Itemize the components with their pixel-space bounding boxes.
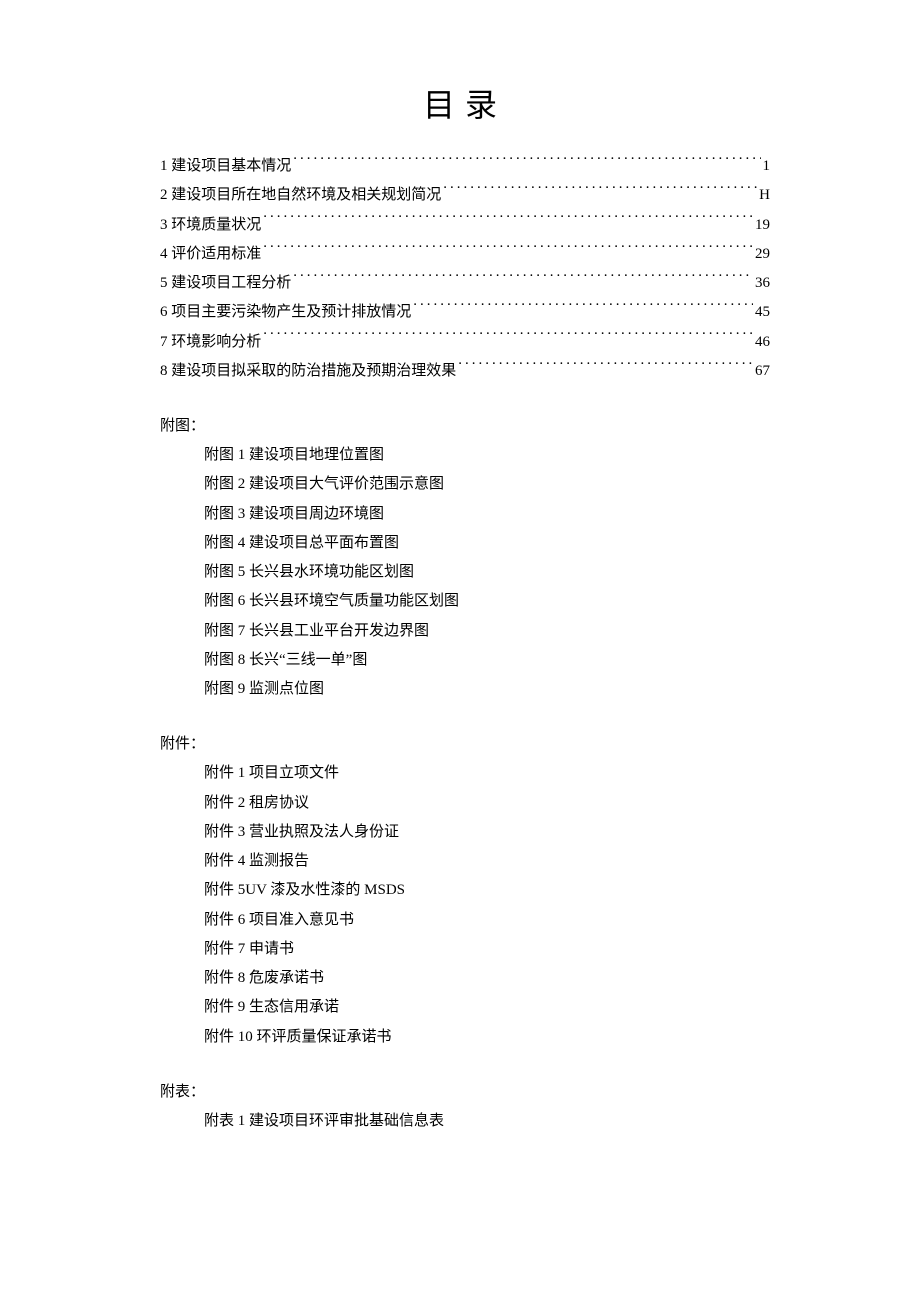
toc-leader-dots <box>263 214 753 229</box>
toc-label: 6 项目主要污染物产生及预计排放情况 <box>160 298 411 327</box>
toc-page: 1 <box>763 152 771 181</box>
list-item: 附件 3 营业执照及法人身份证 <box>160 818 770 847</box>
list-item: 附图 3 建设项目周边环境图 <box>160 500 770 529</box>
toc-label: 8 建设项目拟采取的防治措施及预期治理效果 <box>160 357 456 386</box>
section-heading-fujian: 附件： <box>160 732 770 753</box>
toc-label: 4 评价适用标准 <box>160 240 261 269</box>
list-item: 附件 10 环评质量保证承诺书 <box>160 1023 770 1052</box>
toc-page: 67 <box>755 357 770 386</box>
toc-row: 3 环境质量状况 19 <box>160 211 770 240</box>
section-heading-fubiao: 附表： <box>160 1080 770 1101</box>
list-item: 附图 9 监测点位图 <box>160 675 770 704</box>
list-item: 附图 6 长兴县环境空气质量功能区划图 <box>160 587 770 616</box>
toc-leader-dots <box>293 155 760 170</box>
list-item: 附件 1 项目立项文件 <box>160 759 770 788</box>
toc-row: 6 项目主要污染物产生及预计排放情况 45 <box>160 298 770 327</box>
list-item: 附图 1 建设项目地理位置图 <box>160 441 770 470</box>
list-item: 附图 7 长兴县工业平台开发边界图 <box>160 617 770 646</box>
list-item: 附图 2 建设项目大气评价范围示意图 <box>160 470 770 499</box>
section-heading-futu: 附图： <box>160 414 770 435</box>
page-title: 目录 <box>160 80 770 126</box>
list-item: 附图 8 长兴“三线一单”图 <box>160 646 770 675</box>
toc-page: H <box>759 181 770 210</box>
list-item: 附件 4 监测报告 <box>160 847 770 876</box>
toc-label: 2 建设项目所在地自然环境及相关规划简况 <box>160 181 441 210</box>
fujian-list: 附件 1 项目立项文件 附件 2 租房协议 附件 3 营业执照及法人身份证 附件… <box>160 759 770 1052</box>
list-item: 附件 2 租房协议 <box>160 789 770 818</box>
toc-row: 7 环境影响分析 46 <box>160 328 770 357</box>
list-item: 附图 5 长兴县水环境功能区划图 <box>160 558 770 587</box>
toc-row: 2 建设项目所在地自然环境及相关规划简况 H <box>160 181 770 210</box>
list-item: 附件 7 申请书 <box>160 935 770 964</box>
list-item: 附件 8 危废承诺书 <box>160 964 770 993</box>
list-item: 附件 6 项目准入意见书 <box>160 906 770 935</box>
toc-leader-dots <box>263 331 753 346</box>
toc-leader-dots <box>293 272 753 287</box>
toc-leader-dots <box>263 243 753 258</box>
fubiao-list: 附表 1 建设项目环评审批基础信息表 <box>160 1107 770 1136</box>
list-item: 附件 9 生态信用承诺 <box>160 993 770 1022</box>
list-item: 附表 1 建设项目环评审批基础信息表 <box>160 1107 770 1136</box>
toc-row: 8 建设项目拟采取的防治措施及预期治理效果 67 <box>160 357 770 386</box>
list-item: 附图 4 建设项目总平面布置图 <box>160 529 770 558</box>
toc-leader-dots <box>413 301 753 316</box>
toc-page: 46 <box>755 328 770 357</box>
toc-label: 5 建设项目工程分析 <box>160 269 291 298</box>
toc-label: 3 环境质量状况 <box>160 211 261 240</box>
toc-label: 7 环境影响分析 <box>160 328 261 357</box>
toc-label: 1 建设项目基本情况 <box>160 152 291 181</box>
toc-leader-dots <box>443 184 757 199</box>
futu-list: 附图 1 建设项目地理位置图 附图 2 建设项目大气评价范围示意图 附图 3 建… <box>160 441 770 704</box>
toc-page: 45 <box>755 298 770 327</box>
toc-row: 1 建设项目基本情况 1 <box>160 152 770 181</box>
toc-row: 4 评价适用标准 29 <box>160 240 770 269</box>
toc-page: 36 <box>755 269 770 298</box>
toc-block: 1 建设项目基本情况 1 2 建设项目所在地自然环境及相关规划简况 H 3 环境… <box>160 152 770 386</box>
toc-page: 19 <box>755 211 770 240</box>
list-item: 附件 5UV 漆及水性漆的 MSDS <box>160 876 770 905</box>
toc-row: 5 建设项目工程分析 36 <box>160 269 770 298</box>
toc-page: 29 <box>755 240 770 269</box>
toc-leader-dots <box>458 360 753 375</box>
